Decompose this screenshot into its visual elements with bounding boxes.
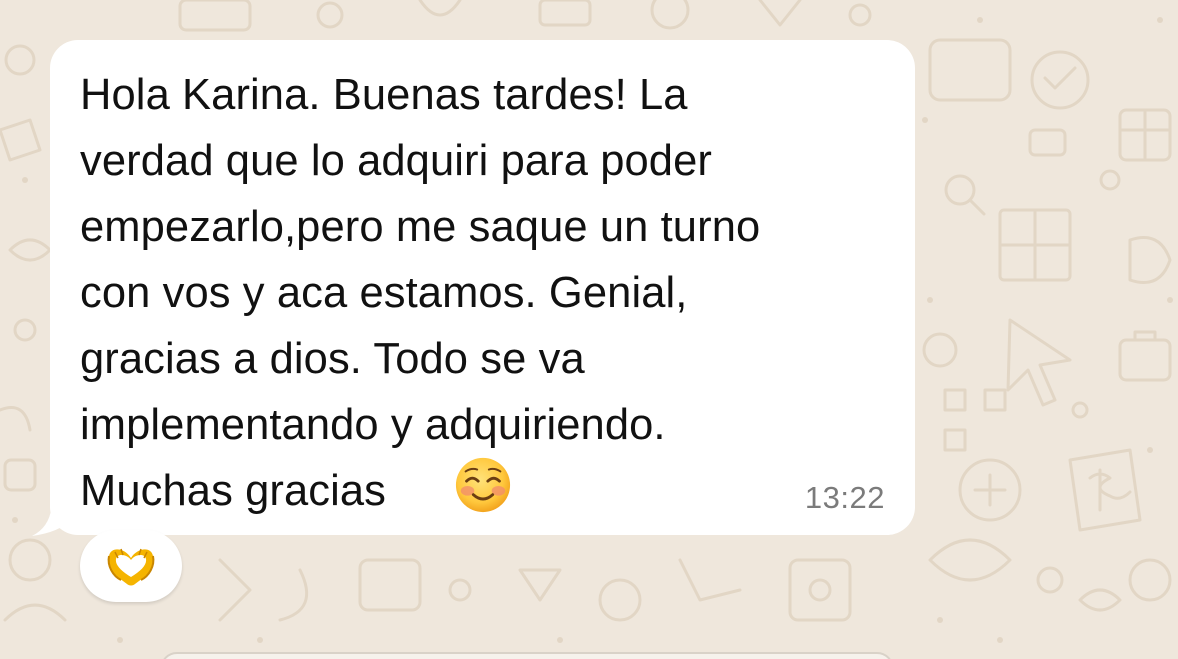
message-line: con vos y aca estamos. Genial, <box>80 269 688 317</box>
message-line: Hola Karina. Buenas tardes! La <box>80 71 688 119</box>
message-line: Muchas gracias <box>80 467 387 515</box>
message-text: Hola Karina. Buenas tardes! La verdad qu… <box>80 62 900 524</box>
message-timestamp: 13:22 <box>804 480 885 515</box>
message-line: empezarlo,pero me saque un turno <box>80 203 761 251</box>
message-input-edge[interactable] <box>160 652 894 659</box>
message-line: gracias a dios. Todo se va <box>80 335 585 383</box>
message-line: implementando y adquiriendo. <box>80 401 666 449</box>
message-line: verdad que lo adquiri para poder <box>80 137 712 185</box>
incoming-message-bubble[interactable]: Hola Karina. Buenas tardes! La verdad qu… <box>50 40 915 535</box>
heart-hands-emoji-icon <box>107 548 155 586</box>
message-reaction[interactable] <box>80 530 182 602</box>
smiling-face-emoji-icon <box>455 457 511 513</box>
